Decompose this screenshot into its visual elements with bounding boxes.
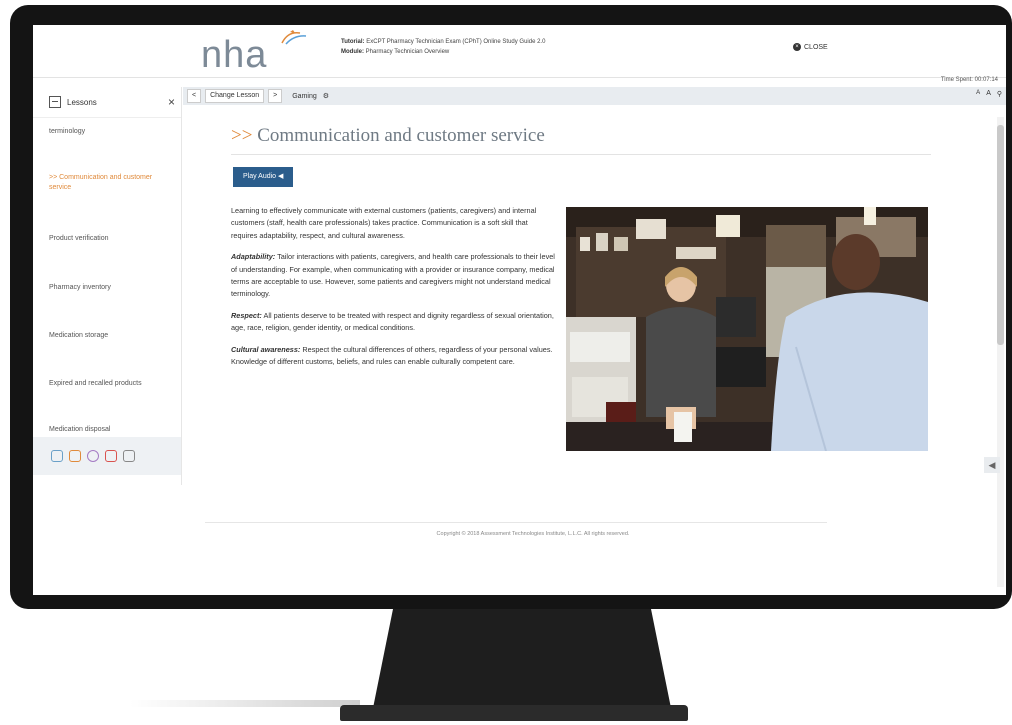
sidebar-item-communication[interactable]: >> Communication and customer service — [49, 173, 169, 193]
gaming-settings-icon[interactable]: ⚙ — [323, 92, 329, 100]
search-icon[interactable]: ⚲ — [997, 90, 1002, 98]
lesson-body: Learning to effectively communicate with… — [231, 205, 556, 377]
monitor-stand-neck — [372, 609, 672, 713]
change-lesson-button[interactable]: Change Lesson — [205, 89, 265, 103]
nha-logo: nha — [201, 34, 268, 76]
paragraph-adaptability-text: Tailor interactions with patients, careg… — [231, 252, 555, 299]
paragraph-intro: Learning to effectively communicate with… — [231, 206, 537, 240]
scrollbar-thumb[interactable] — [997, 125, 1004, 345]
arrow-left-icon[interactable]: ◀ — [984, 457, 1000, 473]
calculator-icon[interactable] — [123, 450, 135, 462]
sidebar-toolbar — [33, 437, 181, 475]
monitor-bezel: nha Tutorial: ExCPT Pharmacy Technician … — [10, 5, 1012, 609]
stand-shadow — [130, 700, 360, 707]
course-info: Tutorial: ExCPT Pharmacy Technician Exam… — [341, 37, 545, 57]
sidebar-title: Lessons — [67, 97, 97, 107]
pharmacy-photo — [566, 207, 928, 451]
flashcard-icon[interactable] — [105, 450, 117, 462]
bookmark-icon[interactable] — [69, 450, 81, 462]
next-lesson-button[interactable]: > — [268, 89, 283, 103]
sidebar-header: Lessons × — [33, 87, 181, 118]
close-button[interactable]: × CLOSE — [793, 43, 828, 51]
sidebar-item-terminology[interactable]: terminology — [49, 127, 169, 137]
module-value: Pharmacy Technician Overview — [365, 49, 450, 55]
page-title-text: Communication and customer service — [257, 125, 545, 146]
notes-icon[interactable] — [51, 450, 63, 462]
paragraph-cultural: Cultural awareness: Respect the cultural… — [231, 344, 556, 369]
footer-divider — [205, 522, 827, 523]
page-title: >> Communication and customer service — [231, 125, 545, 147]
tutorial-label: Tutorial: — [341, 39, 365, 45]
term-cultural-awareness: Cultural awareness: — [231, 344, 301, 354]
paragraph-respect: Respect: All patients deserve to be trea… — [231, 310, 556, 335]
sidebar-close-icon[interactable]: × — [168, 95, 175, 109]
logo-swoosh-icon — [281, 30, 307, 45]
title-divider — [231, 154, 931, 155]
term-respect: Respect: — [231, 310, 262, 320]
lesson-toolbar: < Change Lesson > Gaming ⚙ A A ⚲ — [183, 87, 1006, 105]
close-label: CLOSE — [804, 43, 828, 51]
monitor-stand-base — [340, 705, 688, 721]
paragraph-adaptability: Adaptability: Tailor interactions with p… — [231, 251, 556, 301]
play-audio-button[interactable]: Play Audio ◀ — [233, 167, 294, 187]
tutorial-value: ExCPT Pharmacy Technician Exam (CPhT) On… — [366, 39, 546, 45]
lessons-sidebar: Lessons × terminology >> Communication a… — [33, 87, 182, 485]
content-scrollbar[interactable] — [997, 117, 1004, 587]
screen: nha Tutorial: ExCPT Pharmacy Technician … — [33, 25, 1006, 595]
font-decrease-button[interactable]: A — [976, 90, 980, 98]
term-adaptability: Adaptability: — [231, 252, 276, 262]
sidebar-item-pharmacy-inventory[interactable]: Pharmacy inventory — [49, 283, 169, 293]
sidebar-item-expired-recalled[interactable]: Expired and recalled products — [49, 379, 169, 389]
sidebar-item-medication-disposal[interactable]: Medication disposal — [49, 425, 169, 435]
gaming-link[interactable]: Gaming — [292, 93, 317, 100]
sidebar-item-product-verification[interactable]: Product verification — [49, 234, 169, 244]
app-header: nha Tutorial: ExCPT Pharmacy Technician … — [33, 25, 1006, 78]
close-icon: × — [793, 43, 801, 51]
paragraph-respect-text: All patients deserve to be treated with … — [231, 310, 554, 333]
toolbar-right: A A ⚲ — [976, 90, 1002, 98]
previous-lesson-button[interactable]: < — [187, 89, 202, 103]
sidebar-item-medication-storage[interactable]: Medication storage — [49, 331, 169, 341]
lessons-icon — [49, 96, 61, 108]
module-label: Module: — [341, 49, 364, 55]
lesson-content: >> Communication and customer service Pl… — [183, 107, 991, 595]
font-increase-button[interactable]: A — [986, 90, 991, 98]
title-chevron-icon: >> — [231, 125, 253, 146]
copyright: Copyright © 2018 Assessment Technologies… — [436, 531, 630, 537]
time-spent: Time Spent: 00:07:14 — [940, 77, 998, 83]
glossary-icon[interactable] — [87, 450, 99, 462]
